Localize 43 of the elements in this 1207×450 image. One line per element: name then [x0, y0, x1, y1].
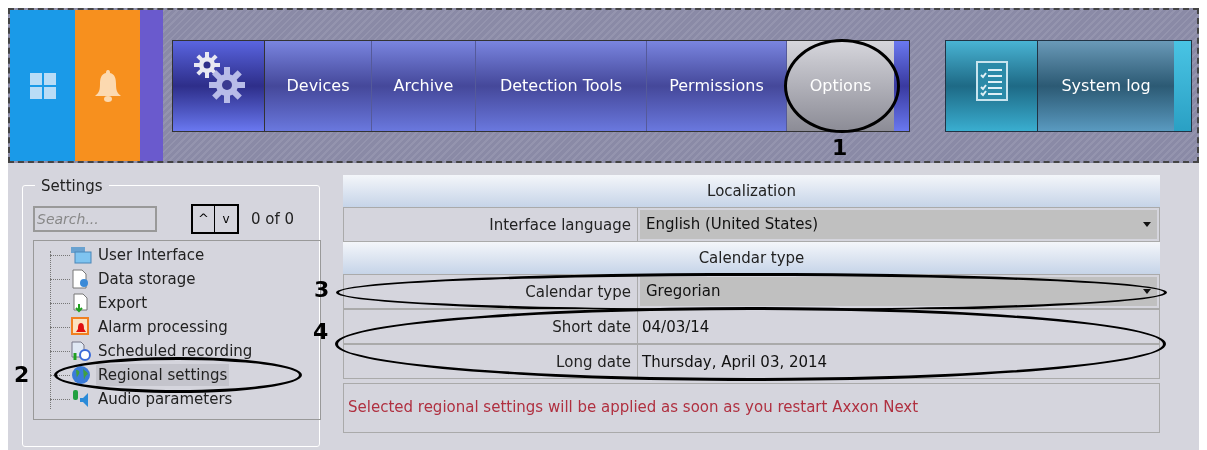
settings-button[interactable]: [173, 40, 265, 131]
schedule-icon: [70, 341, 92, 361]
section-header: Calendar type: [343, 242, 1160, 274]
callout-number: 1: [832, 136, 848, 159]
alarm-icon: [70, 317, 92, 337]
nav-tab[interactable]: Devices: [265, 40, 372, 131]
bell-tile[interactable]: [75, 10, 140, 161]
bell-icon: [93, 67, 122, 104]
field-label: Short date: [344, 310, 638, 343]
field-value: Thursday, April 03, 2014: [641, 352, 829, 373]
window-icon: [70, 246, 92, 264]
tree-item[interactable]: User Interface: [96, 243, 207, 267]
field-label: Long date: [344, 345, 638, 378]
section-header: Localization: [343, 175, 1160, 207]
dropdown[interactable]: English (United States): [640, 210, 1157, 239]
field-value: 04/03/14: [641, 317, 711, 338]
checklist-icon: [975, 60, 1008, 101]
down-button[interactable]: v: [215, 206, 237, 232]
caret-down-icon: [1143, 289, 1151, 294]
match-count: 0 of 0: [251, 208, 295, 230]
callout-number: 2: [14, 364, 30, 386]
globe-icon: [70, 365, 92, 385]
field-label: Interface language: [344, 208, 638, 241]
nav-tab[interactable]: Archive: [372, 40, 476, 131]
caret-down-icon: [1143, 222, 1151, 227]
tree-item[interactable]: Data storage: [96, 267, 198, 291]
system-log-button[interactable]: System log: [1038, 40, 1174, 131]
tree-item[interactable]: Scheduled recording: [96, 339, 255, 363]
tree-item[interactable]: Export: [96, 291, 150, 315]
callout-number: 4: [313, 321, 329, 343]
search-field[interactable]: Search...: [33, 206, 157, 232]
dropdown[interactable]: Gregorian: [640, 277, 1157, 306]
field-label: Calendar type: [344, 275, 638, 308]
tree-item[interactable]: Audio parameters: [96, 387, 235, 411]
windows-icon: [29, 72, 56, 99]
gears-icon: [192, 50, 245, 105]
nav-tab[interactable]: Detection Tools: [476, 40, 647, 131]
tree-item[interactable]: Regional settings: [96, 363, 230, 387]
restart-notice: Selected regional settings will be applied as soon as you restart Axxon Next: [343, 383, 1160, 433]
up-button[interactable]: ^: [193, 206, 215, 232]
tree-item[interactable]: Alarm processing: [96, 315, 230, 339]
callout-number: 3: [314, 279, 330, 301]
windows-tile[interactable]: [10, 10, 75, 161]
